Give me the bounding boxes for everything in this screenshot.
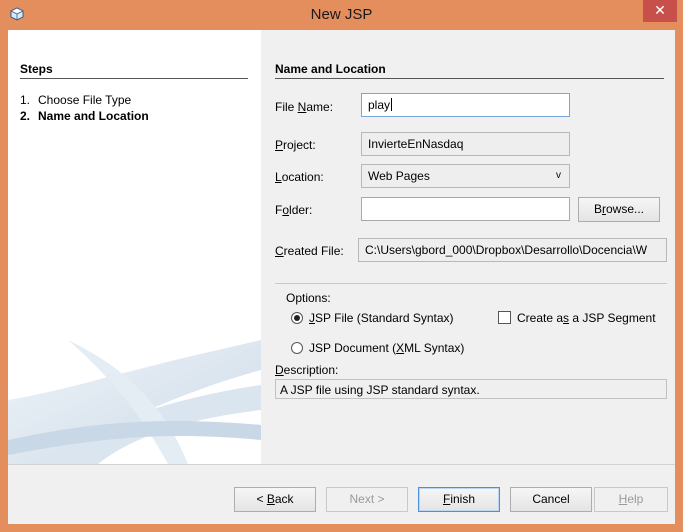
close-button[interactable]: ✕ — [643, 0, 677, 22]
title-bar[interactable]: New JSP ✕ — [0, 0, 683, 30]
steps-panel: Steps 1. Choose File Type 2. Name and Loca… — [8, 30, 261, 464]
jsp-document-radio-label[interactable]: JSP Document (XML Syntax) — [309, 341, 464, 355]
step-item-choose-file-type: 1. Choose File Type — [20, 93, 131, 107]
jsp-document-radio[interactable] — [291, 342, 303, 354]
options-label: Options: — [286, 291, 331, 305]
section-divider — [275, 283, 667, 284]
step-number: 1. — [20, 93, 31, 107]
step-label: Choose File Type — [38, 93, 132, 107]
jsp-file-radio-label[interactable]: JSP File (Standard Syntax) — [309, 311, 454, 325]
text-caret — [391, 98, 393, 111]
step-item-name-and-location: 2. Name and Location — [20, 109, 149, 123]
step-label: Name and Location — [38, 109, 149, 123]
description-label: Description: — [275, 363, 339, 377]
jsp-segment-checkbox[interactable] — [498, 311, 511, 324]
project-field: InvierteEnNasdaq — [361, 132, 570, 156]
dialog-client: Steps 1. Choose File Type 2. Name and Loca… — [8, 30, 675, 524]
jsp-segment-label[interactable]: Create as a JSP Segment — [517, 311, 656, 325]
file-name-input[interactable]: play — [361, 93, 570, 117]
location-dropdown[interactable]: Web Pages v — [361, 164, 570, 188]
jsp-file-radio[interactable] — [291, 312, 303, 324]
folder-input[interactable] — [361, 197, 570, 221]
location-label: Location: — [275, 170, 324, 184]
browse-button[interactable]: Browse... — [578, 197, 660, 222]
project-label: Project: — [275, 138, 316, 152]
window-title: New JSP — [310, 6, 373, 23]
cancel-button[interactable]: Cancel — [510, 487, 592, 512]
step-number: 2. — [20, 109, 31, 123]
description-text: A JSP file using JSP standard syntax. — [275, 379, 667, 399]
close-icon: ✕ — [654, 2, 666, 18]
chevron-down-icon: v — [556, 170, 561, 181]
created-file-field: C:\Users\gbord_000\Dropbox\Desarrollo\Do… — [358, 238, 667, 262]
steps-title: Steps — [20, 62, 248, 79]
finish-button[interactable]: Finish — [418, 487, 500, 512]
help-button[interactable]: Help — [594, 487, 668, 512]
dialog-window: New JSP ✕ Steps 1. Choose File Type 2. Nam… — [0, 0, 683, 532]
decorative-wave-graphic — [8, 340, 261, 464]
footer-divider — [8, 464, 675, 465]
back-button[interactable]: < Back — [234, 487, 316, 512]
panel-title: Name and Location — [275, 62, 664, 79]
folder-label: Folder: — [275, 203, 313, 217]
created-file-label: Created File: — [275, 244, 344, 258]
next-button[interactable]: Next > — [326, 487, 408, 512]
file-name-label: File Name: — [275, 100, 334, 114]
